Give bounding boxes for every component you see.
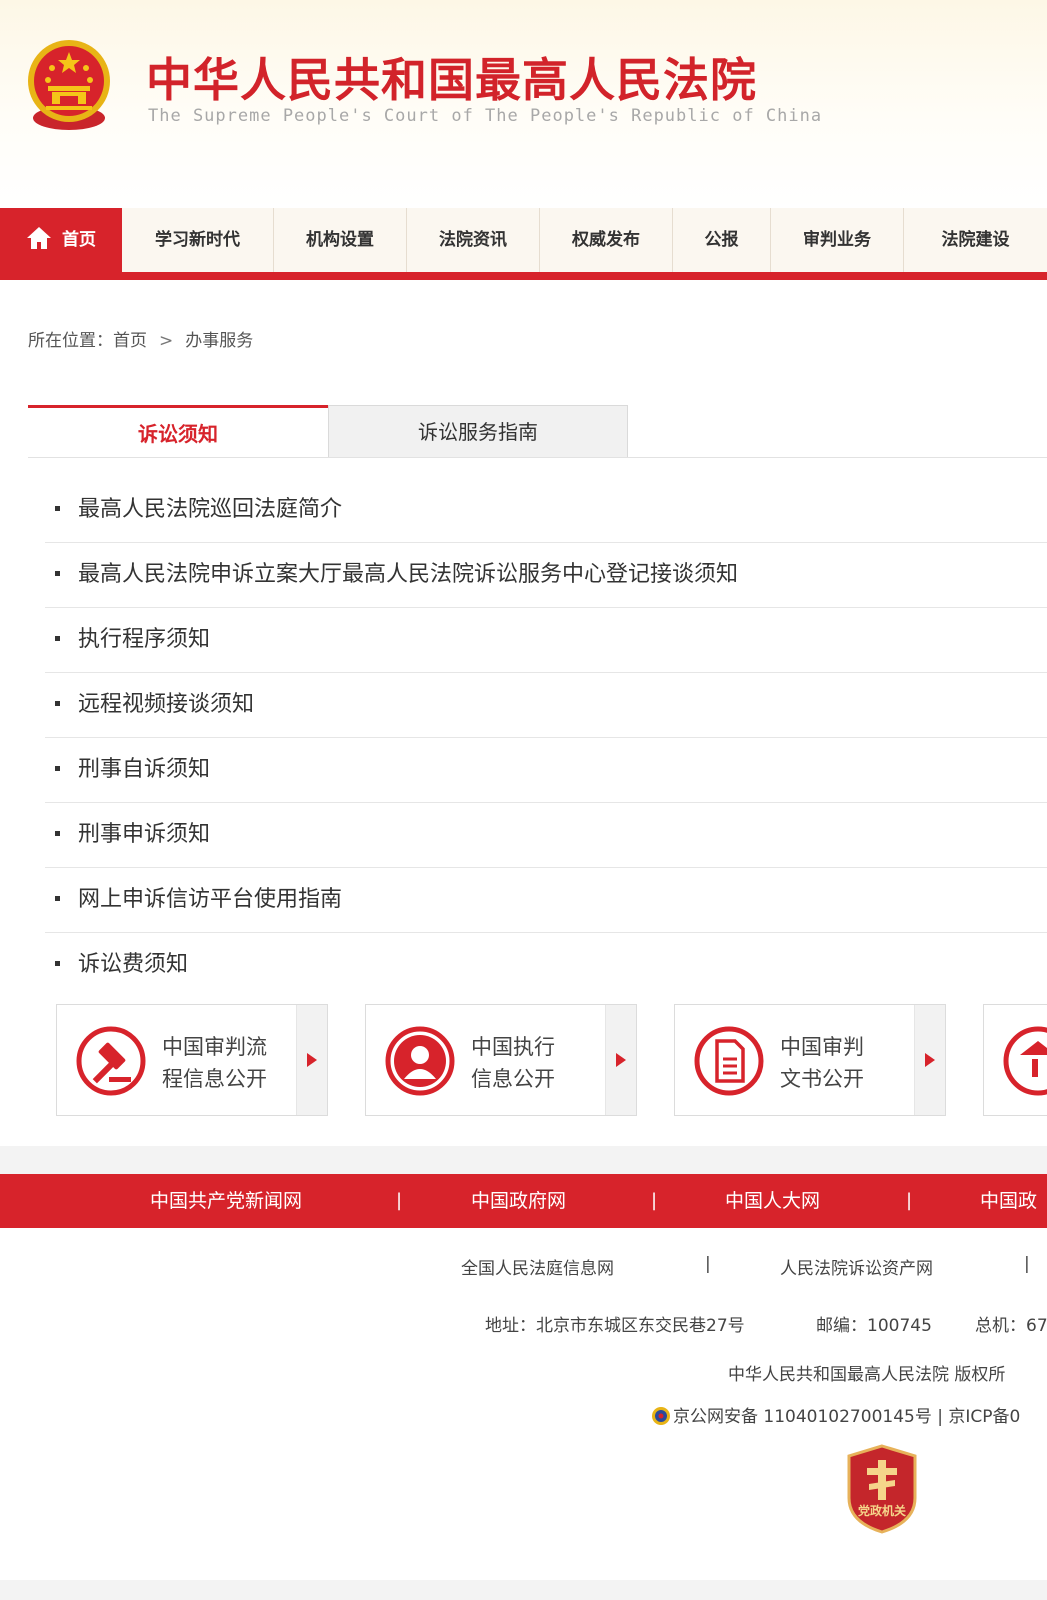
list-item[interactable]: 最高人民法院申诉立案大厅最高人民法院诉讼服务中心登记接谈须知	[45, 543, 1047, 608]
footer-phone: 总机：67	[975, 1316, 1047, 1336]
footer-link-separator: |	[651, 1190, 658, 1211]
caret-right-icon	[307, 1053, 317, 1067]
footer-icp: 京公网安备 11040102700145号 | 京ICP备0	[651, 1402, 1020, 1427]
card-label-line: 中国执行	[471, 1035, 555, 1059]
bullet	[55, 505, 60, 511]
police-badge-icon	[652, 1406, 670, 1425]
card-label-line: 文书公开	[780, 1067, 864, 1091]
footer-icp-text[interactable]: 京公网安备 11040102700145号 | 京ICP备0	[673, 1407, 1020, 1427]
list-item[interactable]: 执行程序须知	[45, 608, 1047, 673]
card-arrow	[296, 1005, 327, 1115]
footer-link-npc[interactable]: 中国人大网	[725, 1174, 820, 1228]
card-trial-process[interactable]: 中国审判流 程信息公开	[56, 1004, 328, 1116]
tab-litigation-notice[interactable]: 诉讼须知	[28, 405, 328, 457]
footer-link-separator: |	[1024, 1254, 1030, 1274]
site-header: 中华人民共和国最高人民法院 The Supreme People's Court…	[0, 0, 1047, 208]
footer-address: 地址：北京市东城区东交民巷27号	[485, 1316, 745, 1336]
card-label: 中国审判流 程信息公开	[162, 1031, 267, 1095]
card-label: 中国执行 信息公开	[471, 1031, 555, 1095]
list-item[interactable]: 远程视频接谈须知	[45, 673, 1047, 738]
list-item-label: 最高人民法院申诉立案大厅最高人民法院诉讼服务中心登记接谈须知	[78, 562, 739, 587]
home-icon	[27, 227, 51, 249]
document-icon	[694, 1026, 764, 1096]
bullet	[55, 895, 60, 901]
nav-item-home[interactable]: 首页	[0, 208, 122, 272]
footer-link-separator: |	[705, 1254, 711, 1274]
nav-item-court-news[interactable]: 法院资讯	[407, 208, 540, 272]
building-icon	[1003, 1026, 1047, 1096]
card-label-line: 中国审判	[780, 1035, 864, 1059]
nav-item-court-building[interactable]: 法院建设	[904, 208, 1047, 272]
footer-link-cpc-news[interactable]: 中国共产党新闻网	[150, 1174, 302, 1228]
card-arrow	[605, 1005, 636, 1115]
nav-item-label: 首页	[62, 230, 96, 250]
list-item-label: 网上申诉信访平台使用指南	[78, 887, 343, 912]
bullet	[55, 700, 60, 706]
card-partial[interactable]	[983, 1004, 1047, 1116]
list-item-label: 执行程序须知	[78, 627, 211, 652]
bullet	[55, 765, 60, 771]
card-label-line: 程信息公开	[162, 1067, 267, 1091]
footer-copyright: 中华人民共和国最高人民法院 版权所	[728, 1365, 1006, 1385]
list-item[interactable]: 刑事自诉须知	[45, 738, 1047, 803]
gavel-icon	[76, 1026, 146, 1096]
footer-link-bar: 中国共产党新闻网 | 中国政府网 | 中国人大网 | 中国政	[0, 1174, 1047, 1228]
caret-right-icon	[925, 1053, 935, 1067]
footer-link-court-assets[interactable]: 人民法院诉讼资产网	[780, 1254, 933, 1279]
party-badge-label: 党政机关	[857, 1504, 906, 1518]
footer-link-separator: |	[396, 1190, 403, 1211]
breadcrumb-prefix: 所在位置：	[28, 331, 113, 351]
list-item[interactable]: 诉讼费须知	[45, 933, 1047, 997]
list-item[interactable]: 刑事申诉须知	[45, 803, 1047, 868]
tab-litigation-guide[interactable]: 诉讼服务指南	[328, 405, 628, 457]
nav-item-new-era[interactable]: 学习新时代	[122, 208, 274, 272]
notice-list: 最高人民法院巡回法庭简介 最高人民法院申诉立案大厅最高人民法院诉讼服务中心登记接…	[45, 478, 1047, 997]
nav-item-releases[interactable]: 权威发布	[540, 208, 673, 272]
breadcrumb: 所在位置：首页 > 办事服务	[28, 326, 253, 351]
footer-gap	[0, 1146, 1047, 1174]
footer-link-separator: |	[906, 1190, 913, 1211]
bullet	[55, 570, 60, 576]
breadcrumb-home-link[interactable]: 首页	[113, 331, 147, 351]
footer-postcode: 邮编：100745	[816, 1316, 932, 1336]
national-emblem-icon	[28, 40, 110, 130]
card-label-line: 中国审判流	[162, 1035, 267, 1059]
bottom-strip	[0, 1580, 1047, 1600]
footer-link-gov[interactable]: 中国政府网	[471, 1174, 566, 1228]
nav-item-gazette[interactable]: 公报	[673, 208, 771, 272]
nav-item-organization[interactable]: 机构设置	[274, 208, 407, 272]
list-item[interactable]: 网上申诉信访平台使用指南	[45, 868, 1047, 933]
nav-item-trial-business[interactable]: 审判业务	[771, 208, 904, 272]
list-item-label: 远程视频接谈须知	[78, 692, 255, 717]
list-item-label: 诉讼费须知	[78, 952, 189, 977]
card-label-line: 信息公开	[471, 1067, 555, 1091]
party-badge-icon	[847, 1444, 917, 1534]
footer-link-cppcc[interactable]: 中国政	[980, 1174, 1037, 1228]
site-subtitle: The Supreme People's Court of The People…	[148, 106, 823, 126]
card-arrow	[914, 1005, 945, 1115]
breadcrumb-separator: >	[159, 331, 174, 351]
person-icon	[385, 1026, 455, 1096]
bullet	[55, 635, 60, 641]
footer-link-people-court[interactable]: 全国人民法庭信息网	[461, 1254, 614, 1279]
main-nav: 首页 学习新时代 机构设置 法院资讯 权威发布 公报 审判业务 法院建设	[0, 208, 1047, 280]
party-government-badge[interactable]: 党政机关	[845, 1444, 919, 1534]
card-judgment-documents[interactable]: 中国审判 文书公开	[674, 1004, 946, 1116]
caret-right-icon	[616, 1053, 626, 1067]
breadcrumb-current: 办事服务	[185, 331, 254, 351]
bullet	[55, 830, 60, 836]
card-execution-info[interactable]: 中国执行 信息公开	[365, 1004, 637, 1116]
list-item-label: 刑事自诉须知	[78, 757, 211, 782]
list-item-label: 刑事申诉须知	[78, 822, 211, 847]
tab-bar: 诉讼须知 诉讼服务指南	[28, 405, 1047, 458]
list-item[interactable]: 最高人民法院巡回法庭简介	[45, 478, 1047, 543]
bullet	[55, 960, 60, 966]
list-item-label: 最高人民法院巡回法庭简介	[78, 497, 343, 522]
site-title: 中华人民共和国最高人民法院	[146, 53, 757, 107]
card-label: 中国审判 文书公开	[780, 1031, 864, 1095]
